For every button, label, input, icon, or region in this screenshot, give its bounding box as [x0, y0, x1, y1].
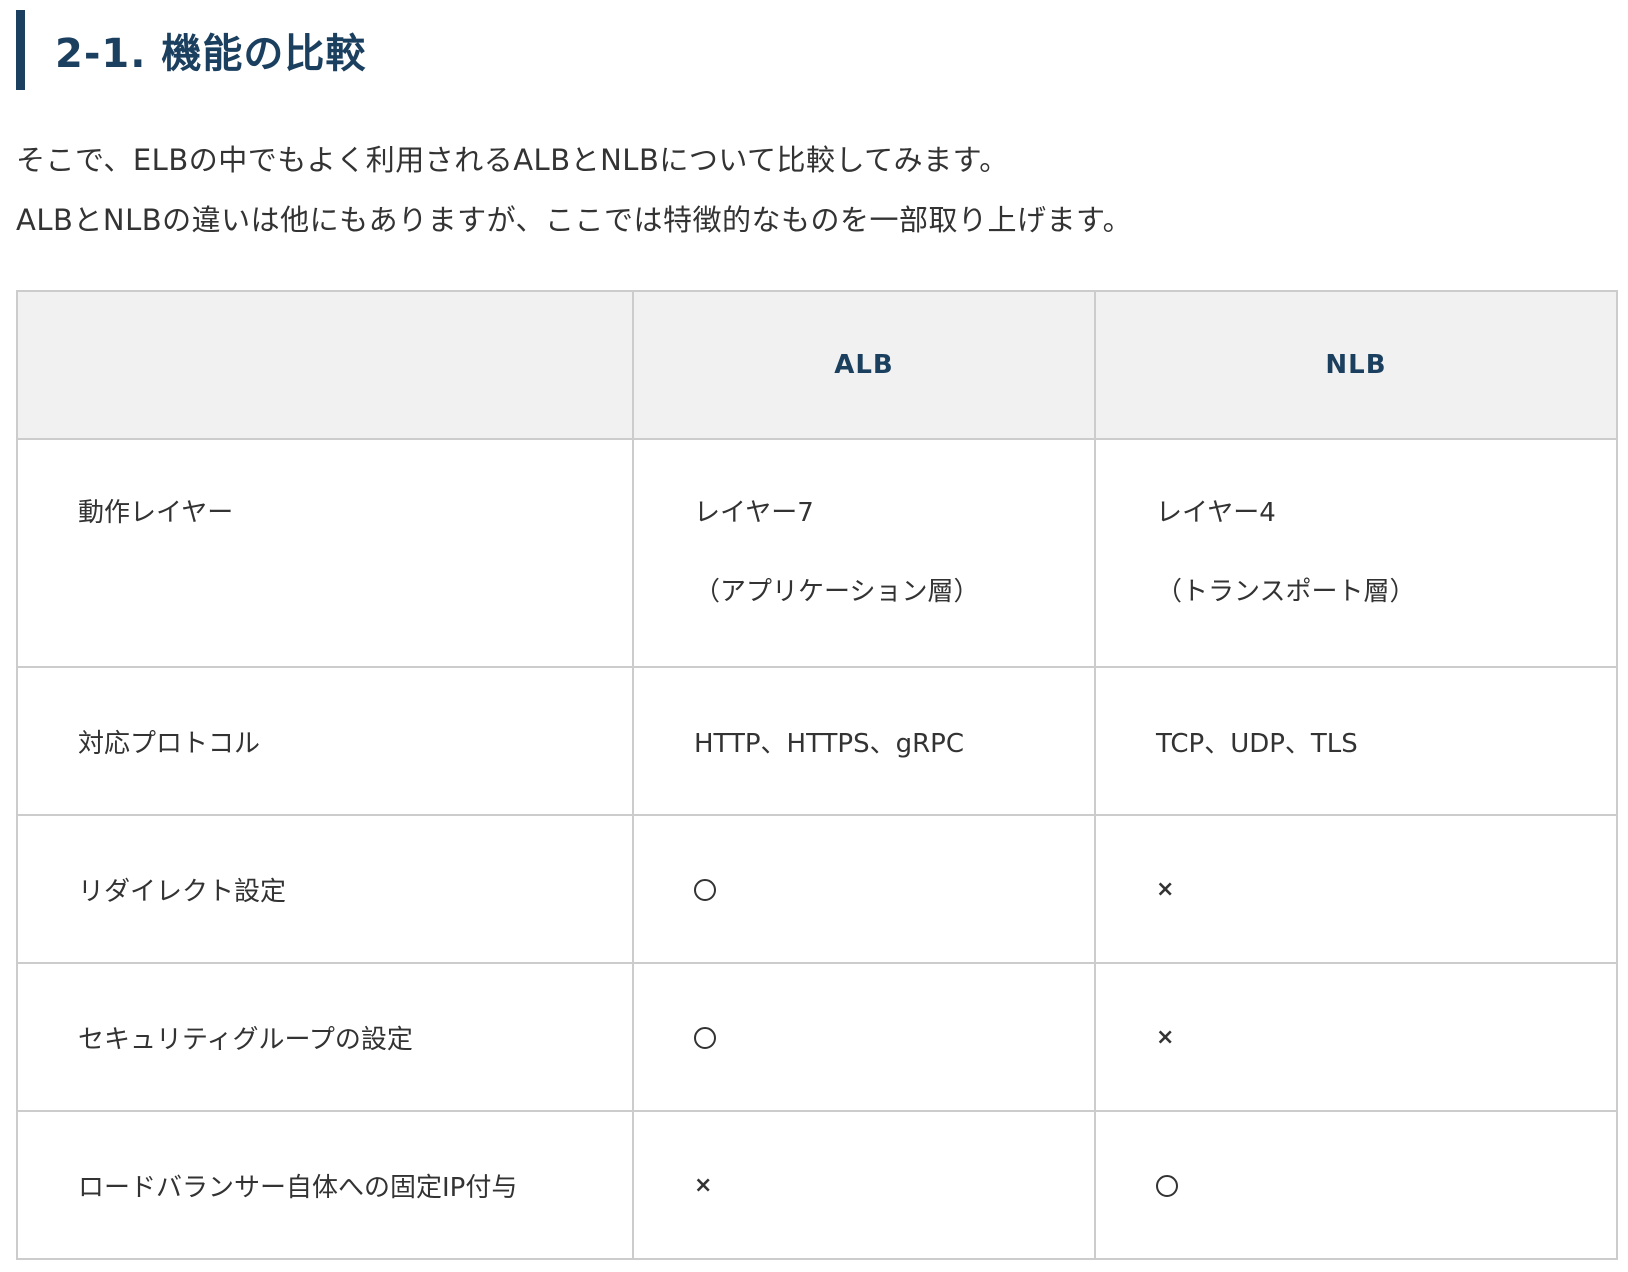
- circle-icon: [1156, 1174, 1178, 1197]
- circle-icon: [694, 878, 716, 901]
- row-label: ロードバランサー自体への固定IP付与: [16, 1110, 634, 1260]
- alb-layer-text: レイヤー7: [694, 498, 814, 528]
- section-heading: 2-1. 機能の比較: [16, 10, 366, 90]
- cross-icon: ×: [1156, 876, 1175, 902]
- table-row: リダイレクト設定 〇 ×: [16, 814, 1618, 964]
- cross-icon: ×: [1156, 1024, 1175, 1050]
- row-label: 対応プロトコル: [16, 666, 634, 816]
- row-label: 動作レイヤー: [16, 438, 634, 668]
- table-row: 動作レイヤー レイヤー7 （アプリケーション層） レイヤー4 （トランスポート層…: [16, 438, 1618, 668]
- circle-icon: [694, 1026, 716, 1049]
- row-label: セキュリティグループの設定: [16, 962, 634, 1112]
- intro-line-1: そこで、ELBの中でもよく利用されるALBとNLBについて比較してみます。: [16, 143, 1009, 177]
- alb-support-text: 〇: [716, 874, 717, 875]
- alb-cell: ×: [632, 1110, 1096, 1260]
- comparison-table: ALB NLB 動作レイヤー レイヤー7 （アプリケーション層） レイヤー4 （…: [16, 290, 1618, 1260]
- row-label: リダイレクト設定: [16, 814, 634, 964]
- table-header-row: ALB NLB: [16, 290, 1618, 440]
- table-row: 対応プロトコル HTTP、HTTPS、gRPC TCP、UDP、TLS: [16, 666, 1618, 816]
- header-alb: ALB: [632, 290, 1096, 440]
- cross-icon: ×: [694, 1172, 713, 1198]
- row-label-text: 動作レイヤー: [78, 498, 234, 528]
- nlb-cell: TCP、UDP、TLS: [1094, 666, 1618, 816]
- alb-support-text: 〇: [716, 1022, 717, 1023]
- nlb-layer-text: レイヤー4: [1156, 498, 1276, 528]
- alb-cell: 〇: [632, 962, 1096, 1112]
- alb-layer-note: （アプリケーション層）: [694, 577, 980, 607]
- intro-paragraph: そこで、ELBの中でもよく利用されるALBとNLBについて比較してみます。 AL…: [16, 130, 1596, 250]
- table-row: セキュリティグループの設定 〇 ×: [16, 962, 1618, 1112]
- alb-cell: レイヤー7 （アプリケーション層）: [632, 438, 1096, 668]
- nlb-cell: ×: [1094, 814, 1618, 964]
- alb-cell: 〇: [632, 814, 1096, 964]
- section-heading-text: 2-1. 機能の比較: [55, 31, 367, 77]
- header-empty-cell: [16, 290, 634, 440]
- nlb-support-text: 〇: [1178, 1170, 1179, 1171]
- intro-line-2: ALBとNLBの違いは他にもありますが、ここでは特徴的なものを一部取り上げます。: [16, 203, 1133, 237]
- nlb-layer-note: （トランスポート層）: [1156, 577, 1416, 607]
- nlb-cell: レイヤー4 （トランスポート層）: [1094, 438, 1618, 668]
- alb-cell: HTTP、HTTPS、gRPC: [632, 666, 1096, 816]
- nlb-cell: 〇: [1094, 1110, 1618, 1260]
- nlb-cell: ×: [1094, 962, 1618, 1112]
- header-nlb: NLB: [1094, 290, 1618, 440]
- table-row: ロードバランサー自体への固定IP付与 × 〇: [16, 1110, 1618, 1260]
